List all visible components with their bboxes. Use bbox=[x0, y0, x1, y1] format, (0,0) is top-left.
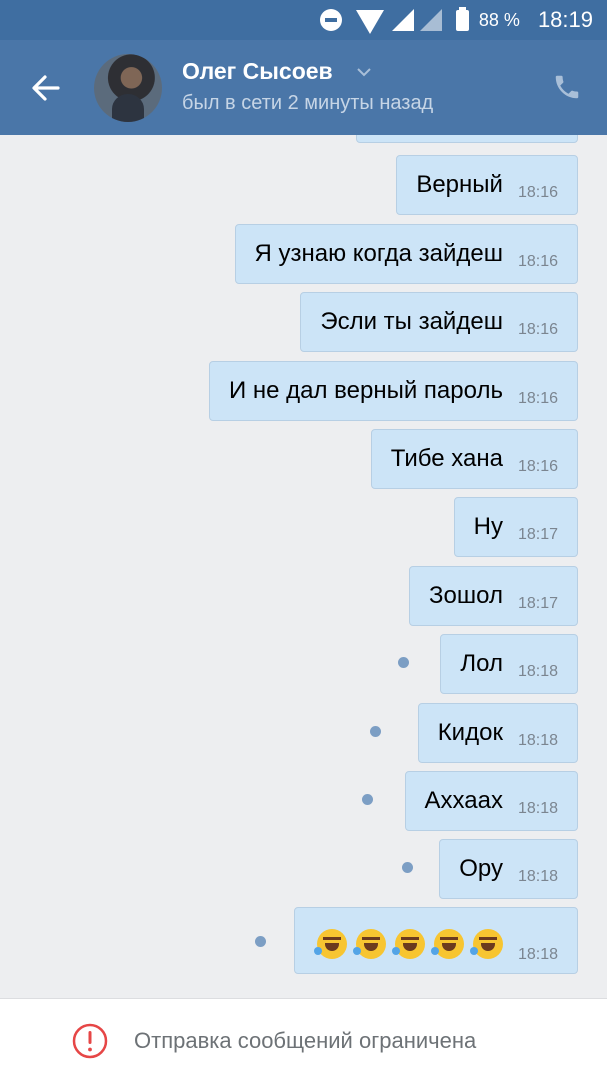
message-bubble[interactable]: Верный 18:16 bbox=[396, 155, 578, 215]
message-bubble[interactable]: Эсли ты зайдеш 18:16 bbox=[300, 292, 578, 352]
message-list[interactable]: Верный 18:16 Я узнаю когда зайдеш 18:16 … bbox=[0, 135, 607, 998]
unread-dot-icon bbox=[402, 862, 413, 873]
message-bubble[interactable]: Лол 18:18 bbox=[440, 634, 578, 694]
do-not-disturb-icon bbox=[319, 9, 342, 31]
battery-icon bbox=[455, 6, 469, 31]
message-text: Верный bbox=[416, 171, 503, 198]
message-text: Зошол bbox=[429, 582, 503, 609]
message-time: 18:16 bbox=[517, 321, 558, 338]
unread-dot-icon bbox=[370, 726, 381, 737]
battery-percent: 88 % bbox=[478, 9, 520, 30]
unread-dot-icon bbox=[398, 657, 409, 668]
unread-dot-icon bbox=[362, 794, 373, 805]
message-text: Кидок bbox=[437, 719, 503, 746]
message-time: 18:18 bbox=[517, 945, 558, 963]
message-bubble[interactable]: Аххаах 18:18 bbox=[404, 771, 578, 831]
message-text: Эсли ты зайдеш bbox=[320, 308, 503, 335]
message-time: 18:18 bbox=[517, 868, 558, 885]
message-text: Тибе хана bbox=[390, 445, 503, 472]
status-time: 18:19 bbox=[537, 7, 593, 32]
cell-signal-secondary-icon bbox=[419, 9, 442, 31]
message-bubble[interactable]: И не дал верный пароль 18:16 bbox=[208, 361, 578, 421]
message-time: 18:18 bbox=[517, 732, 558, 749]
message-time: 18:17 bbox=[517, 595, 558, 612]
message-text: Ору bbox=[459, 855, 503, 882]
message-time: 18:16 bbox=[517, 390, 558, 407]
restriction-banner: Отправка сообщений ограничена bbox=[0, 998, 607, 1081]
avatar[interactable] bbox=[94, 54, 162, 122]
message-bubble[interactable]: Я узнаю когда зайдеш 18:16 bbox=[234, 224, 578, 284]
contact-status: был в сети 2 минуты назад bbox=[182, 92, 434, 114]
message-time: 18:16 bbox=[517, 253, 558, 270]
message-bubble[interactable]: Ну 18:17 bbox=[453, 497, 578, 557]
laughing-emoji-icon bbox=[430, 928, 464, 959]
phone-icon[interactable] bbox=[552, 72, 582, 102]
chevron-down-icon[interactable] bbox=[356, 66, 372, 78]
message-text: Я узнаю когда зайдеш bbox=[254, 240, 503, 267]
laughing-emoji-icon bbox=[313, 928, 347, 959]
message-time: 18:16 bbox=[517, 184, 558, 201]
laughing-emoji-icon bbox=[391, 928, 425, 959]
message-bubble[interactable]: Зошол 18:17 bbox=[409, 566, 578, 626]
message-text: Ну bbox=[473, 513, 503, 540]
message-text: Лол bbox=[460, 650, 503, 677]
message-bubble[interactable]: Тибе хана 18:16 bbox=[370, 429, 578, 489]
message-text: И не дал верный пароль bbox=[228, 377, 503, 404]
restriction-text: Отправка сообщений ограничена bbox=[134, 1028, 477, 1053]
message-time: 18:16 bbox=[517, 458, 558, 475]
laughing-emoji-icon bbox=[352, 928, 386, 959]
message-time: 18:18 bbox=[517, 800, 558, 817]
cell-signal-icon bbox=[391, 9, 414, 31]
status-bar: 88 % 18:19 bbox=[0, 0, 607, 40]
alert-circle-icon bbox=[72, 1023, 108, 1059]
contact-name[interactable]: Олег Сысоев bbox=[182, 58, 333, 85]
message-time: 18:18 bbox=[517, 663, 558, 680]
laughing-emoji-icon bbox=[469, 928, 503, 959]
wifi-icon bbox=[355, 10, 384, 34]
message-bubble[interactable]: 18:18 bbox=[293, 907, 578, 974]
chat-header: Олег Сысоев был в сети 2 минуты назад bbox=[0, 40, 607, 135]
back-arrow-icon[interactable] bbox=[28, 70, 64, 106]
unread-dot-icon bbox=[255, 936, 266, 947]
emoji-row bbox=[295, 923, 512, 959]
message-bubble[interactable] bbox=[356, 135, 578, 143]
message-time: 18:17 bbox=[517, 526, 558, 543]
message-bubble[interactable]: Кидок 18:18 bbox=[417, 703, 578, 763]
message-bubble[interactable]: Ору 18:18 bbox=[439, 839, 578, 899]
message-text: Аххаах bbox=[424, 787, 503, 814]
